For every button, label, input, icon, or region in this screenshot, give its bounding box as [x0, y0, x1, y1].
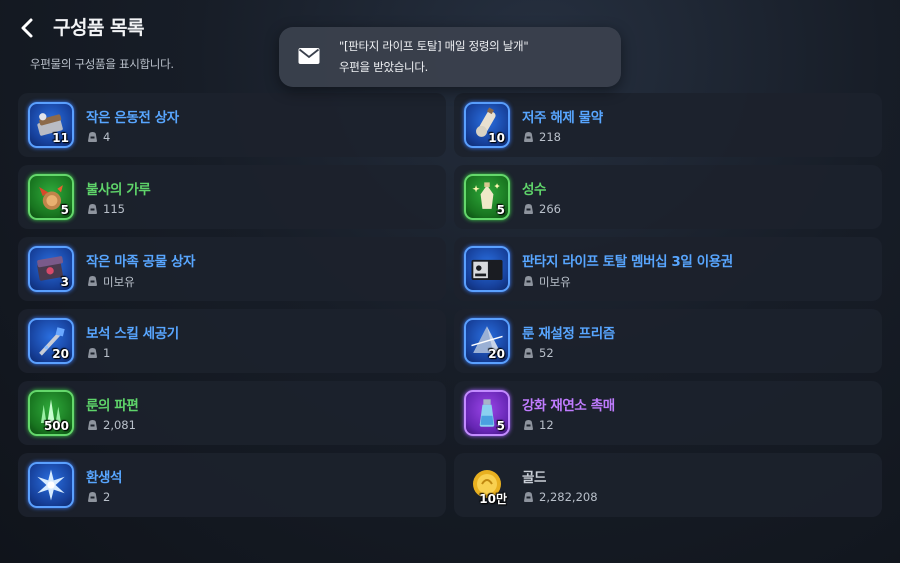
bag-icon — [88, 204, 97, 214]
page-title: 구성품 목록 — [53, 17, 145, 39]
gold-coin-icon: 10만 — [464, 462, 510, 508]
list-item[interactable]: 11 작은 은동전 상자 4 — [18, 93, 446, 157]
list-item[interactable]: 환생석 2 — [18, 453, 446, 517]
back-arrow-icon[interactable] — [14, 14, 42, 42]
gem-tool-icon: 20 — [28, 318, 74, 364]
item-name: 불사의 가루 — [86, 182, 151, 198]
holy-water-icon: 5 — [464, 174, 510, 220]
list-item[interactable]: 10만 골드 2,282,208 — [454, 453, 882, 517]
bag-icon — [524, 420, 533, 430]
list-item[interactable]: 5 불사의 가루 115 — [18, 165, 446, 229]
bag-icon — [88, 492, 97, 502]
item-name: 환생석 — [86, 470, 123, 486]
toast-message: 우편을 받았습니다. — [339, 60, 428, 74]
coin-box-icon: 11 — [28, 102, 74, 148]
item-name: 작은 마족 공물 상자 — [86, 254, 196, 270]
item-name: 성수 — [522, 182, 547, 198]
list-item[interactable]: 20 보석 스킬 세공기 1 — [18, 309, 446, 373]
bag-icon — [524, 276, 533, 286]
bag-icon — [524, 492, 533, 502]
dust-icon: 5 — [28, 174, 74, 220]
prism-icon: 20 — [464, 318, 510, 364]
item-name: 보석 스킬 세공기 — [86, 326, 179, 342]
list-item[interactable]: 판타지 라이프 토탈 멤버십 3일 이용권 미보유 — [454, 237, 882, 301]
item-name: 작은 은동전 상자 — [86, 110, 179, 126]
item-name: 골드 — [522, 470, 547, 486]
bag-icon — [88, 276, 97, 286]
page-subtitle: 우편물의 구성품을 표시합니다. — [30, 57, 174, 71]
item-name: 룬의 파편 — [86, 398, 139, 414]
bag-icon — [524, 132, 533, 142]
item-name: 강화 재연소 촉매 — [522, 398, 615, 414]
list-item[interactable]: 5 성수 266 — [454, 165, 882, 229]
toast-title: "[판타지 라이프 토탈] 매일 정령의 날개" — [339, 39, 529, 53]
rebirth-stone-icon — [28, 462, 74, 508]
catalyst-icon: 5 — [464, 390, 510, 436]
rune-shard-icon: 500 — [28, 390, 74, 436]
list-item[interactable]: 500 룬의 파편 2,081 — [18, 381, 446, 445]
list-item[interactable]: 10 저주 해제 물약 218 — [454, 93, 882, 157]
bag-icon — [88, 348, 97, 358]
demon-box-icon: 3 — [28, 246, 74, 292]
potion-icon: 10 — [464, 102, 510, 148]
bag-icon — [88, 420, 97, 430]
item-name: 저주 해제 물약 — [522, 110, 603, 126]
item-name: 룬 재설정 프리즘 — [522, 326, 615, 342]
mail-icon — [298, 48, 320, 64]
bag-icon — [524, 348, 533, 358]
bag-icon — [88, 132, 97, 142]
list-item[interactable]: 5 강화 재연소 촉매 12 — [454, 381, 882, 445]
list-item[interactable]: 3 작은 마족 공물 상자 미보유 — [18, 237, 446, 301]
item-name: 판타지 라이프 토탈 멤버십 3일 이용권 — [522, 254, 733, 270]
list-item[interactable]: 20 룬 재설정 프리즘 52 — [454, 309, 882, 373]
membership-ticket-icon — [464, 246, 510, 292]
mail-received-toast: "[판타지 라이프 토탈] 매일 정령의 날개" 우편을 받았습니다. — [279, 27, 621, 87]
bag-icon — [524, 204, 533, 214]
